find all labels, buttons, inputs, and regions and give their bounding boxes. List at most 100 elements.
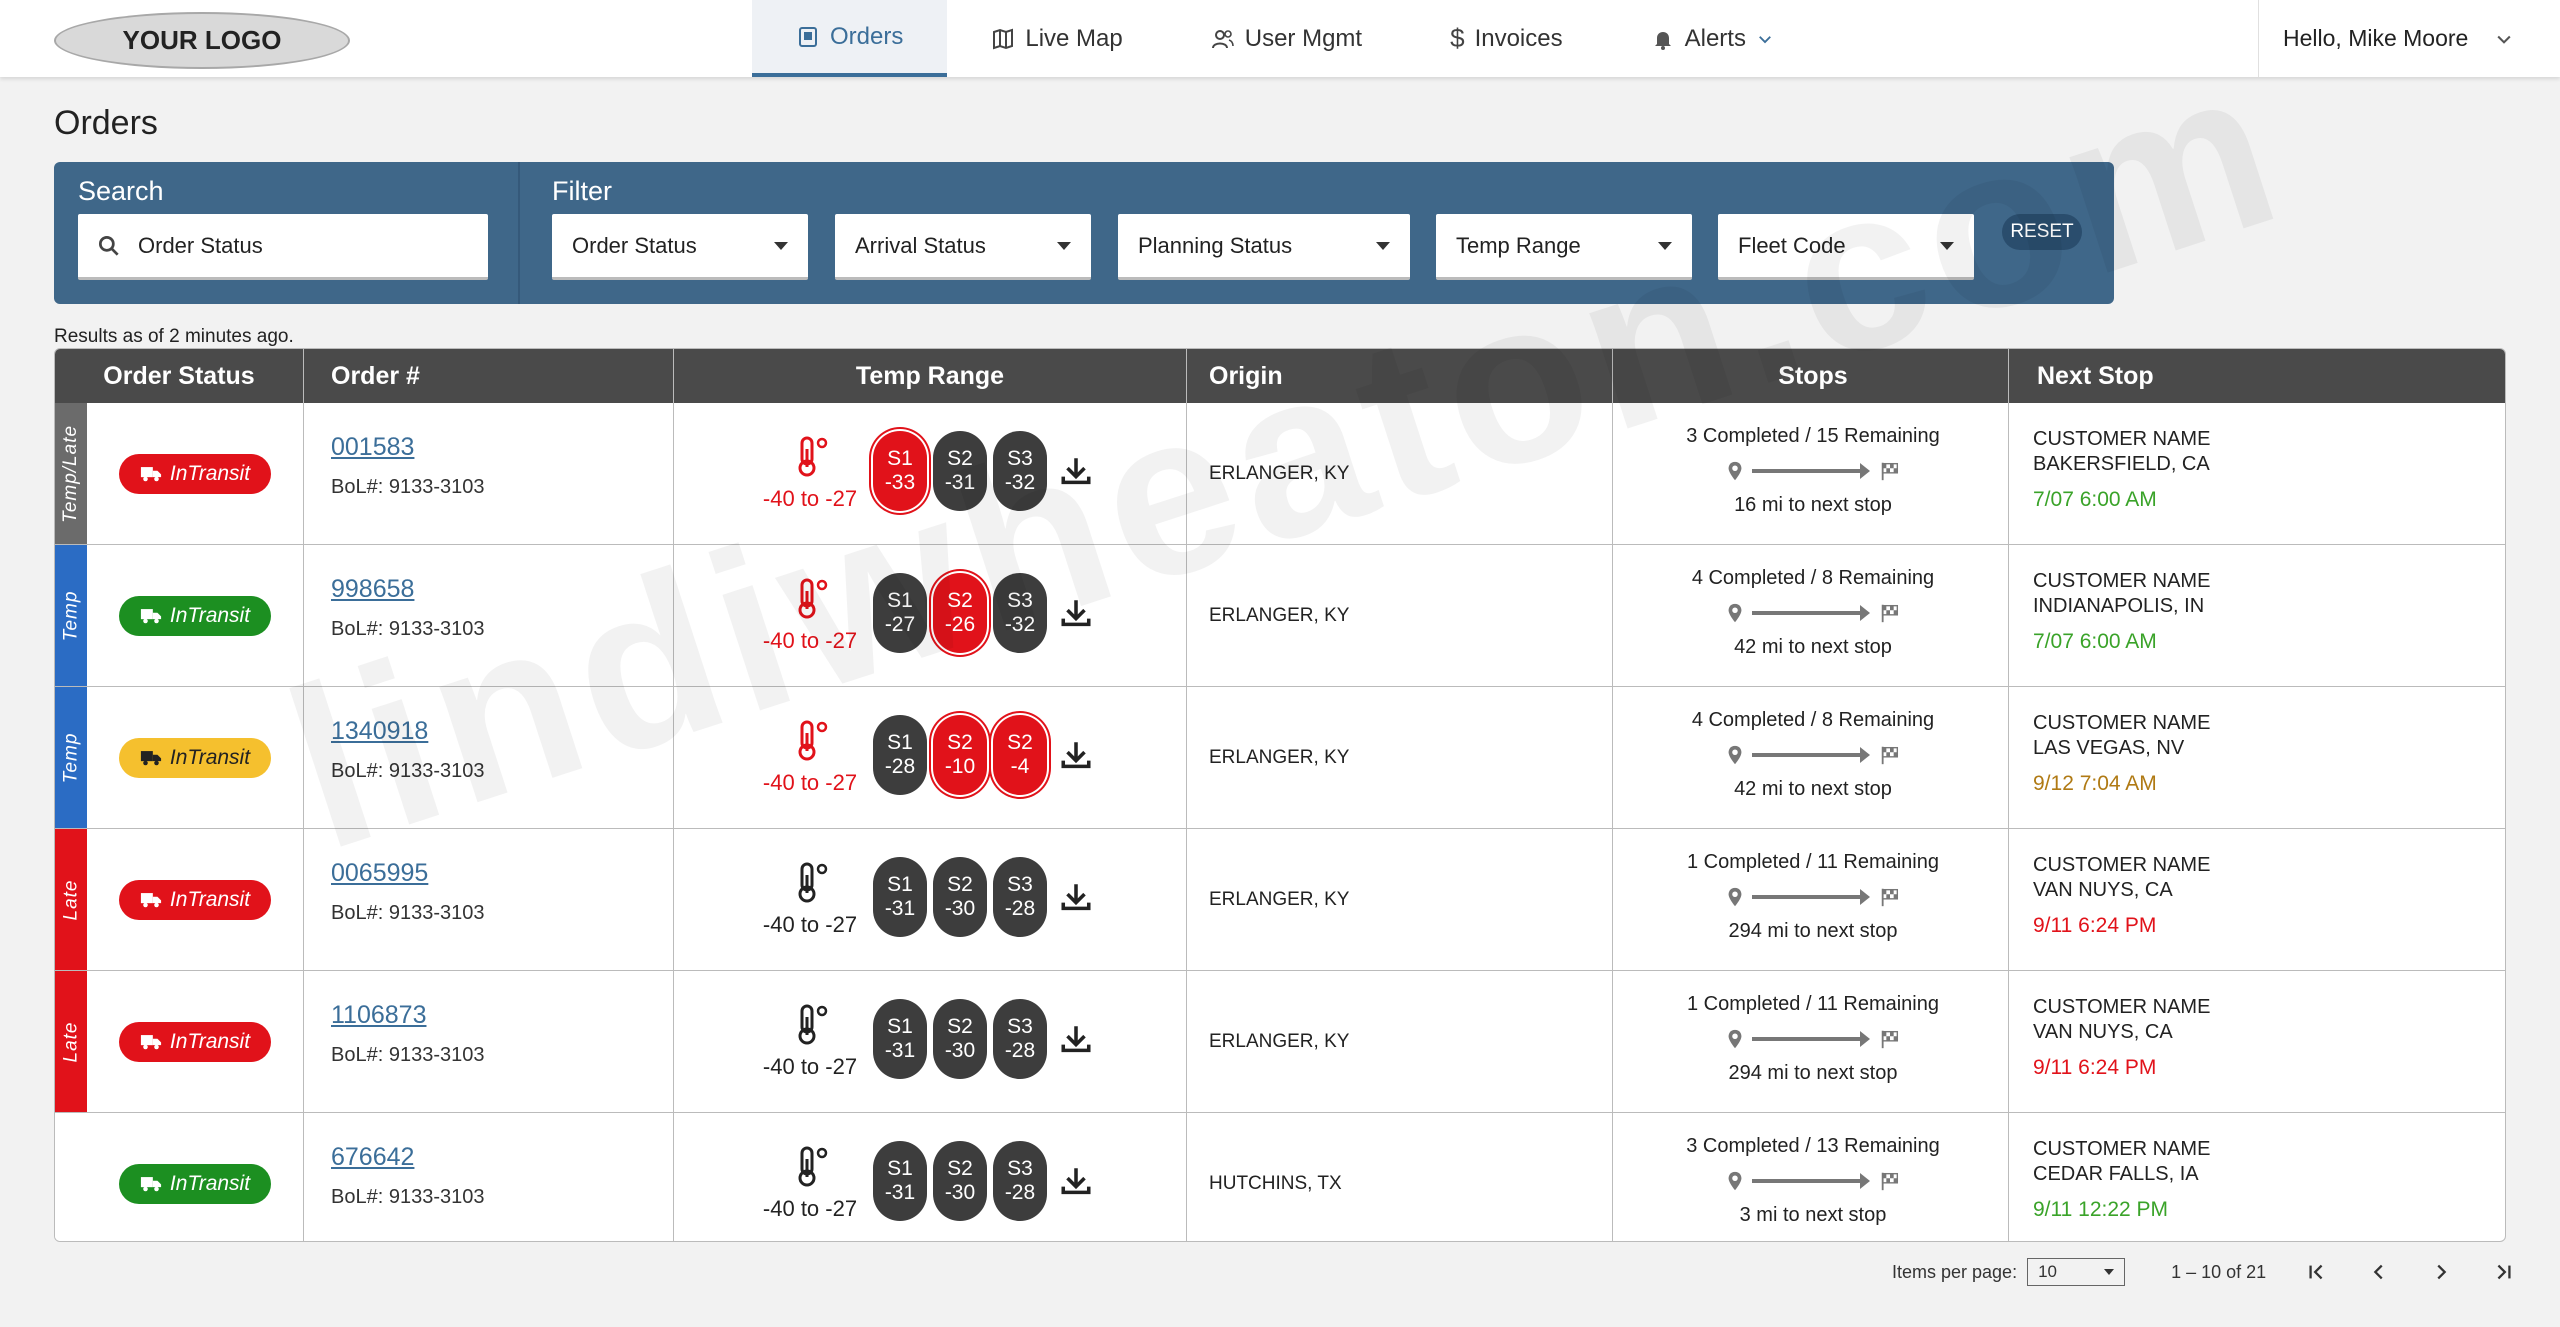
sensor-badge[interactable]: S1 -31	[873, 857, 927, 937]
header-next-stop[interactable]: Next Stop	[2037, 349, 2437, 403]
download-icon[interactable]	[1059, 738, 1093, 772]
sensor-group: S1 -28 S2 -10 S2 -4	[873, 715, 1093, 795]
next-page-button[interactable]	[2430, 1261, 2452, 1283]
distance-to-next-stop: 294 mi to next stop	[1728, 1062, 1898, 1084]
status-badge[interactable]: InTransit	[119, 453, 271, 494]
next-stop-city: INDIANAPOLIS, IN	[2033, 595, 2205, 617]
header-temp-range[interactable]: Temp Range	[674, 349, 1186, 403]
status-badge[interactable]: InTransit	[119, 737, 271, 778]
dropdown-label: Arrival Status	[855, 232, 986, 258]
caret-down-icon	[774, 241, 788, 250]
order-cell: 001583 BoL#: 9133-3103	[331, 433, 484, 499]
table-row[interactable]: Late InTransit 0065995 BoL#: 9133-3103 -40 t…	[55, 829, 2505, 971]
order-link[interactable]: 676642	[331, 1143, 484, 1172]
sensor-temp: -33	[884, 471, 916, 494]
table-row[interactable]: Temp InTransit 998658 BoL#: 9133-3103 -40 to…	[55, 545, 2505, 687]
header-stops[interactable]: Stops	[1613, 349, 2013, 403]
arrival-status-dropdown[interactable]: Arrival Status	[835, 214, 1091, 280]
route-progress	[1613, 1026, 2013, 1052]
download-icon[interactable]	[1059, 454, 1093, 488]
temp-cell: -40 to -27	[745, 577, 875, 654]
planning-status-dropdown[interactable]: Planning Status	[1118, 214, 1410, 280]
fleet-code-dropdown[interactable]: Fleet Code	[1718, 214, 1974, 280]
sensor-badge[interactable]: S1 -31	[873, 1141, 927, 1221]
nav-orders[interactable]: Orders	[752, 0, 948, 77]
nav-live-map[interactable]: Live Map	[947, 0, 1166, 77]
customer-name: CUSTOMER NAME	[2033, 854, 2211, 876]
finish-flag-icon	[1881, 746, 1899, 765]
next-stop-cell: CUSTOMER NAME BAKERSFIELD, CA 7/07 6:00 AM	[2033, 427, 2210, 513]
temp-range-dropdown[interactable]: Temp Range	[1436, 214, 1692, 280]
download-icon[interactable]	[1059, 1164, 1093, 1198]
sensor-badge[interactable]: S2 -30	[933, 1141, 987, 1221]
header-origin[interactable]: Origin	[1209, 349, 1589, 403]
sensor-badge[interactable]: S2 -10	[933, 715, 987, 795]
temp-range: -40 to -27	[762, 628, 858, 653]
header-order-status[interactable]: Order Status	[55, 349, 303, 403]
sensor-badge[interactable]: S1 -31	[873, 999, 927, 1079]
table-row[interactable]: Late InTransit 1106873 BoL#: 9133-3103 -40 t…	[55, 971, 2505, 1113]
reset-button[interactable]: RESET	[2002, 214, 2082, 250]
items-per-page-select[interactable]: 10	[2027, 1258, 2126, 1286]
location-pin-icon	[1728, 1029, 1742, 1049]
order-cell: 676642 BoL#: 9133-3103	[331, 1143, 484, 1209]
next-stop-city: VAN NUYS, CA	[2033, 879, 2173, 901]
download-icon[interactable]	[1059, 596, 1093, 630]
distance-to-next-stop: 42 mi to next stop	[1734, 778, 1892, 800]
sensor-temp: -10	[944, 755, 976, 778]
table-row[interactable]: Temp InTransit 1340918 BoL#: 9133-3103 -40 t…	[55, 687, 2505, 829]
search-input[interactable]: Order Status	[78, 214, 488, 280]
prev-page-button[interactable]	[2368, 1261, 2390, 1283]
sensor-badge[interactable]: S3 -32	[993, 573, 1047, 653]
sensor-id: S1	[887, 446, 913, 470]
nav-invoices[interactable]: $ Invoices	[1406, 0, 1607, 77]
panel-divider	[518, 162, 520, 304]
sensor-badge[interactable]: S3 -28	[993, 1141, 1047, 1221]
status-badge[interactable]: InTransit	[119, 879, 271, 920]
sensor-id: S3	[1007, 1156, 1033, 1180]
sensor-badge[interactable]: S1 -27	[873, 573, 927, 653]
sensor-badge[interactable]: S3 -28	[993, 999, 1047, 1079]
logo[interactable]: YOUR LOGO	[54, 12, 350, 69]
nav-user-mgmt[interactable]: User Mgmt	[1167, 0, 1406, 77]
thermometer-icon	[798, 1004, 828, 1045]
sensor-badge[interactable]: S2 -30	[933, 999, 987, 1079]
distance-to-next-stop: 16 mi to next stop	[1734, 494, 1892, 516]
download-icon[interactable]	[1059, 1022, 1093, 1056]
order-link[interactable]: 1106873	[331, 1001, 484, 1030]
order-link[interactable]: 1340918	[331, 717, 484, 746]
sensor-badge[interactable]: S2 -4	[993, 715, 1047, 795]
user-menu[interactable]: Hello, Mike Moore	[2258, 0, 2560, 77]
sensor-badge[interactable]: S1 -33	[873, 431, 927, 511]
order-link[interactable]: 0065995	[331, 859, 484, 888]
table-row[interactable]: InTransit 676642 BoL#: 9133-3103 -40 to -27…	[55, 1113, 2505, 1241]
bol-number: BoL#: 9133-3103	[331, 760, 485, 782]
last-page-button[interactable]	[2492, 1261, 2514, 1283]
status-badge[interactable]: InTransit	[119, 595, 271, 636]
nav-alerts[interactable]: Alerts	[1607, 0, 1818, 77]
search-icon	[98, 235, 119, 256]
customer-name: CUSTOMER NAME	[2033, 712, 2211, 734]
status-badge[interactable]: InTransit	[119, 1163, 271, 1204]
download-icon[interactable]	[1059, 880, 1093, 914]
sensor-badge[interactable]: S1 -28	[873, 715, 927, 795]
sensor-badge[interactable]: S3 -32	[993, 431, 1047, 511]
order-link[interactable]: 998658	[331, 575, 484, 604]
page-range: 1 – 10 of 21	[2171, 1261, 2267, 1282]
route-progress	[1613, 458, 2013, 484]
row-flag-label: Late	[60, 1021, 82, 1062]
customer-name: CUSTOMER NAME	[2033, 570, 2211, 592]
table-row[interactable]: Temp/Late InTransit 001583 BoL#: 9133-3103 -…	[55, 403, 2505, 545]
sensor-id: S3	[1007, 588, 1033, 612]
sensor-badge[interactable]: S2 -31	[933, 431, 987, 511]
first-page-button[interactable]	[2306, 1261, 2328, 1283]
sensor-id: S1	[887, 1014, 913, 1038]
sensor-badge[interactable]: S3 -28	[993, 857, 1047, 937]
order-status-dropdown[interactable]: Order Status	[552, 214, 808, 280]
order-link[interactable]: 001583	[331, 433, 484, 462]
header-order-num[interactable]: Order #	[331, 349, 631, 403]
status-badge[interactable]: InTransit	[119, 1021, 271, 1062]
users-icon	[1211, 29, 1234, 48]
sensor-badge[interactable]: S2 -30	[933, 857, 987, 937]
sensor-badge[interactable]: S2 -26	[933, 573, 987, 653]
